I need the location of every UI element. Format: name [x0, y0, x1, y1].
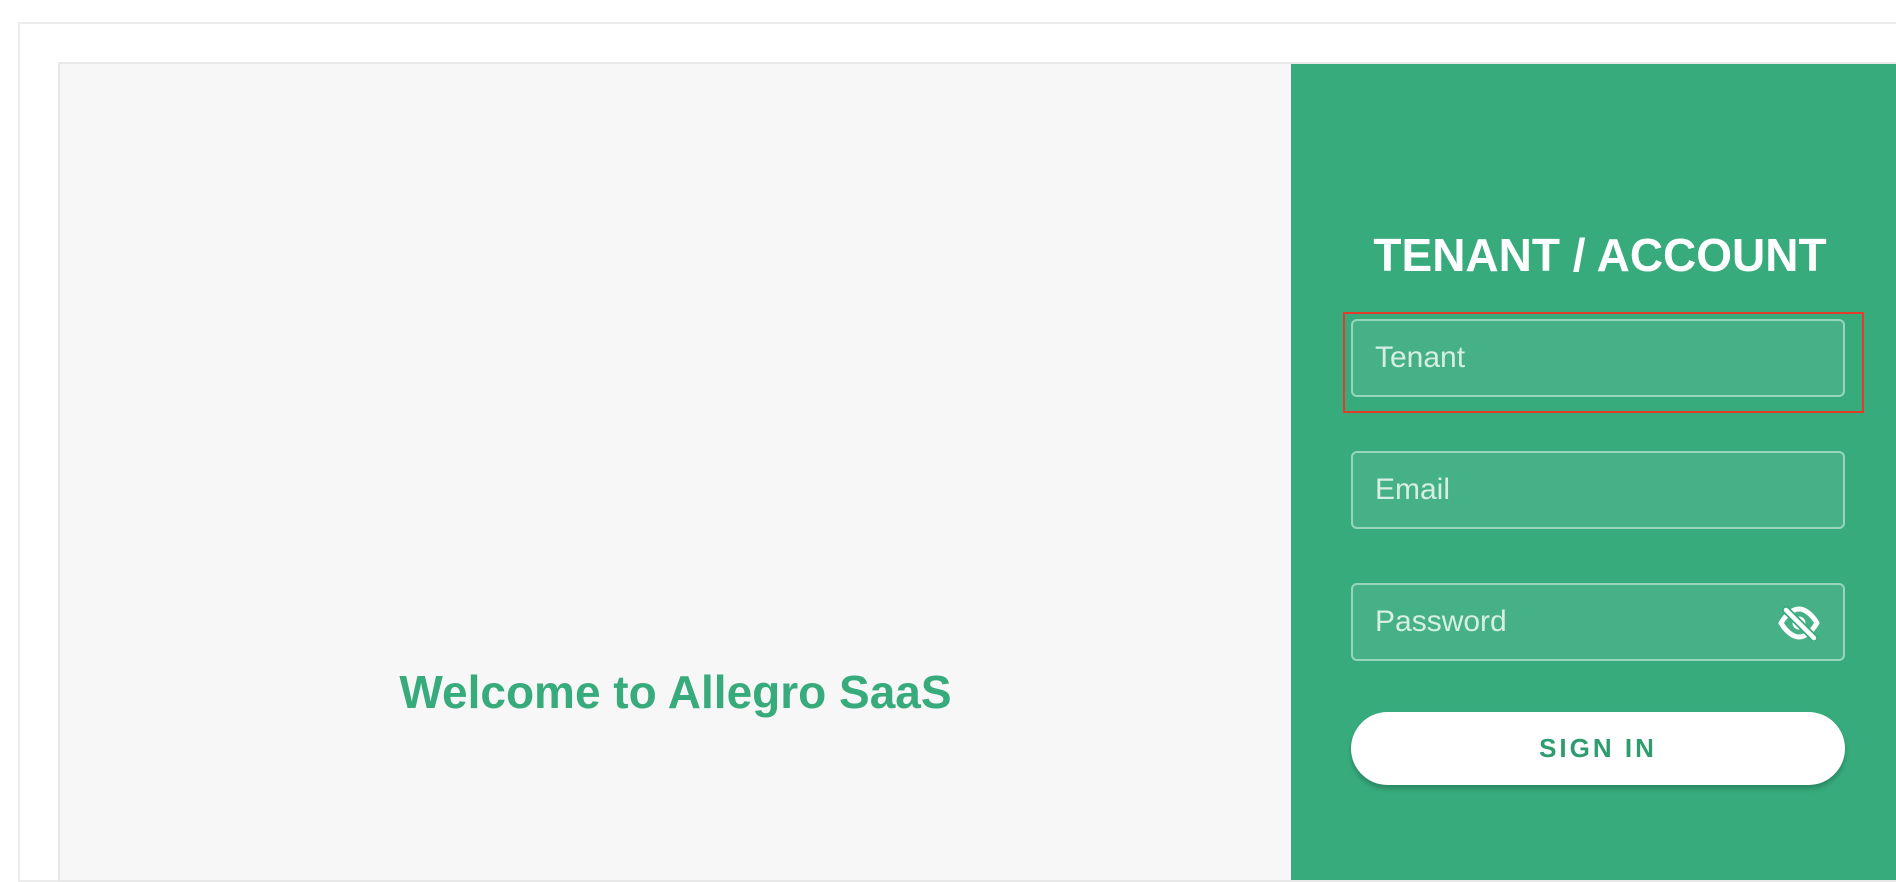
welcome-panel: Welcome to Allegro SaaS — [60, 64, 1291, 880]
tenant-field[interactable] — [1351, 319, 1845, 397]
tenant-input[interactable] — [1353, 321, 1843, 395]
password-input[interactable] — [1353, 585, 1843, 659]
eye-slash-icon[interactable] — [1777, 603, 1821, 643]
login-panel: TENANT / ACCOUNT SIGN IN — [1291, 64, 1896, 880]
login-title: TENANT / ACCOUNT — [1373, 229, 1827, 282]
password-field[interactable] — [1351, 583, 1845, 661]
welcome-title: Welcome to Allegro SaaS — [399, 665, 952, 718]
email-field[interactable] — [1351, 451, 1845, 529]
email-input[interactable] — [1353, 453, 1843, 527]
login-card: Welcome to Allegro SaaS TENANT / ACCOUNT… — [58, 62, 1896, 882]
sign-in-button[interactable]: SIGN IN — [1351, 712, 1845, 785]
